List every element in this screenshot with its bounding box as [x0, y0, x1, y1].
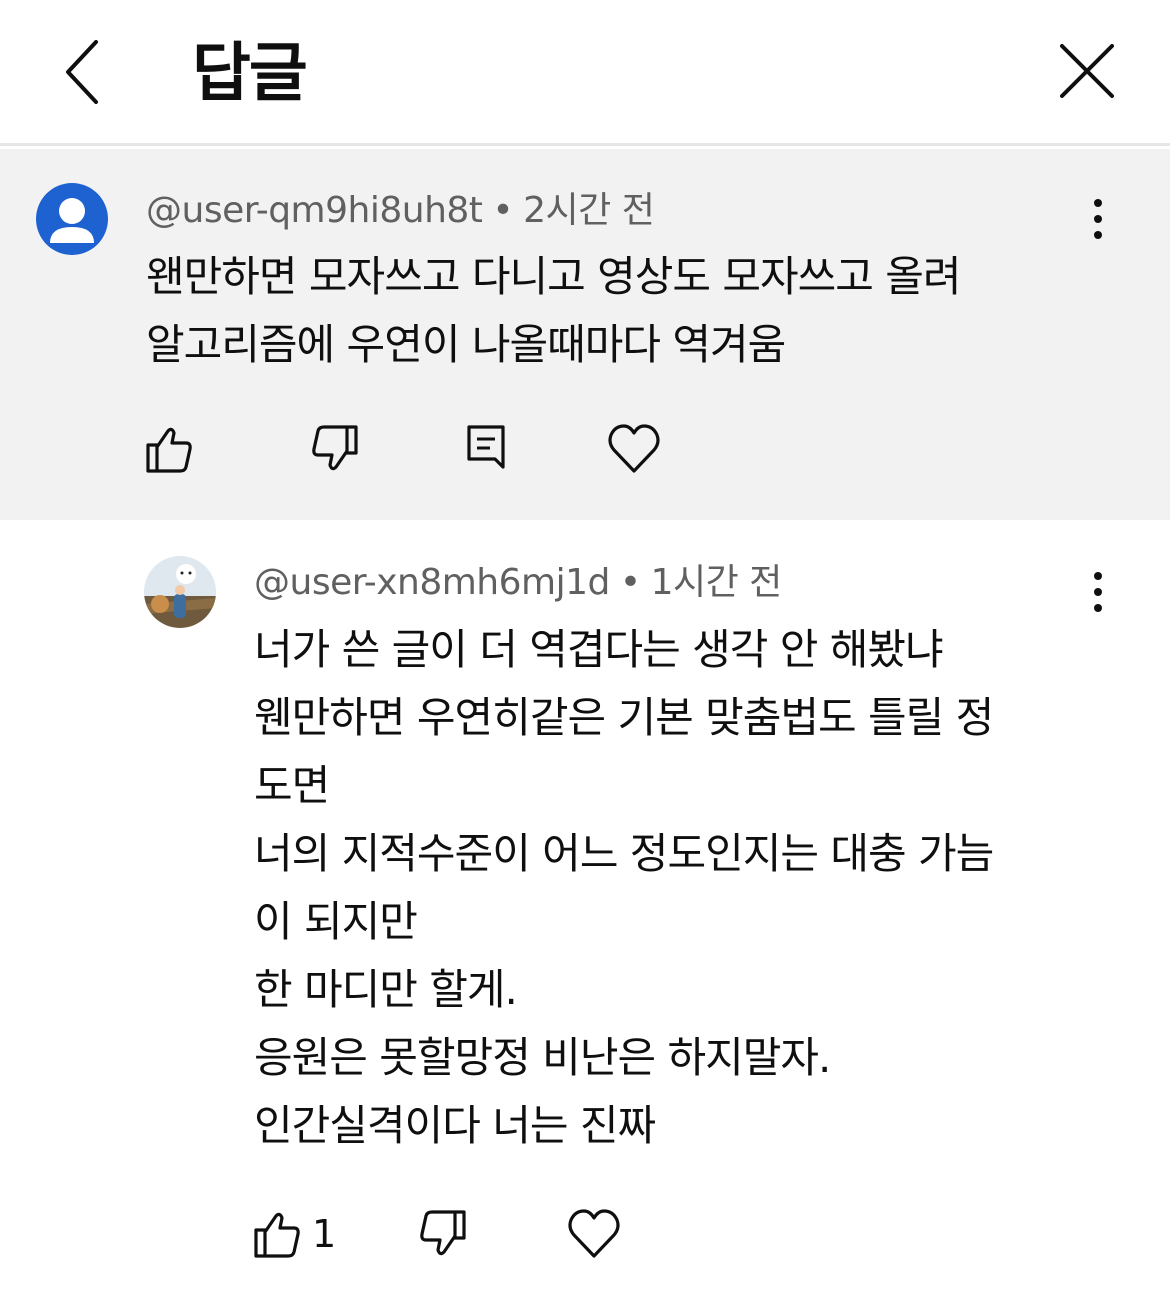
- comment-text: 너가 쓴 글이 더 역겹다는 생각 안 해봤냐 웬만하면 우연히같은 기본 맞춤…: [254, 616, 994, 1160]
- reply-comment: @user-xn8mh6mj1d • 1시간 전 너가 쓴 글이 더 역겹다는 생각…: [0, 520, 1170, 1310]
- page-title: 답글: [192, 37, 308, 111]
- close-icon: [1060, 44, 1114, 98]
- comment-line: 응원은 못할망정 비난은 하지말자.: [254, 1033, 831, 1082]
- heart-button[interactable]: [606, 421, 662, 481]
- reply-comment-icon: [467, 425, 505, 469]
- more-options-button[interactable]: [1078, 189, 1118, 249]
- heart-icon: [608, 424, 660, 473]
- reply-button[interactable]: [462, 421, 512, 481]
- replies-header: 답글: [0, 0, 1170, 146]
- meta-separator: •: [619, 562, 641, 603]
- heart-icon: [568, 1209, 620, 1258]
- heart-button[interactable]: [566, 1206, 622, 1266]
- avatar[interactable]: [144, 556, 216, 628]
- like-button[interactable]: [140, 421, 196, 481]
- username[interactable]: @user-qm9hi8uh8t: [146, 190, 483, 231]
- comment-line: 웬만하면 우연히같은 기본 맞춤법도 틀릴 정: [254, 693, 994, 742]
- comment-line: 도면: [254, 761, 330, 810]
- thumbs-up-icon: [146, 427, 192, 473]
- comment-line: 왠만하면 모자쓰고 다니고 영상도 모자쓰고 올려: [146, 252, 962, 301]
- back-button[interactable]: [50, 28, 130, 118]
- timestamp[interactable]: 2시간 전: [523, 190, 655, 231]
- comment-line: 알고리즘에 우연이 나올때마다 역겨움: [146, 320, 786, 369]
- like-count: 1: [312, 1212, 337, 1256]
- comment-line: 인간실격이다 너는 진짜: [254, 1101, 656, 1150]
- more-vertical-icon: [1094, 199, 1102, 239]
- default-user-icon: [50, 198, 94, 243]
- like-button[interactable]: [248, 1206, 304, 1266]
- avatar[interactable]: [36, 183, 108, 255]
- thumbs-up-icon: [254, 1212, 300, 1258]
- parent-comment: @user-qm9hi8uh8t • 2시간 전 왠만하면 모자쓰고 다니고 영상도…: [0, 149, 1170, 520]
- comment-line: 너가 쓴 글이 더 역겹다는 생각 안 해봤냐: [254, 625, 944, 674]
- comment-meta: @user-qm9hi8uh8t • 2시간 전: [146, 187, 655, 235]
- profile-photo-icon: [144, 556, 216, 628]
- more-vertical-icon: [1094, 572, 1102, 612]
- comment-text: 왠만하면 모자쓰고 다니고 영상도 모자쓰고 올려 알고리즘에 우연이 나올때마…: [146, 243, 962, 379]
- chevron-left-icon: [66, 40, 98, 104]
- meta-separator: •: [492, 190, 514, 231]
- username[interactable]: @user-xn8mh6mj1d: [254, 562, 610, 603]
- comment-line: 한 마디만 할게.: [254, 965, 518, 1014]
- thumbs-down-icon: [312, 425, 358, 471]
- dislike-button[interactable]: [416, 1206, 472, 1266]
- thumbs-down-icon: [420, 1210, 466, 1256]
- comment-line: 너의 지적수준이 어느 정도인지는 대충 가늠: [254, 829, 994, 878]
- close-button[interactable]: [1048, 34, 1128, 114]
- more-options-button[interactable]: [1078, 562, 1118, 622]
- timestamp[interactable]: 1시간 전: [651, 562, 783, 603]
- comment-meta: @user-xn8mh6mj1d • 1시간 전: [254, 559, 782, 607]
- dislike-button[interactable]: [308, 421, 364, 481]
- comment-line: 이 되지만: [254, 897, 418, 946]
